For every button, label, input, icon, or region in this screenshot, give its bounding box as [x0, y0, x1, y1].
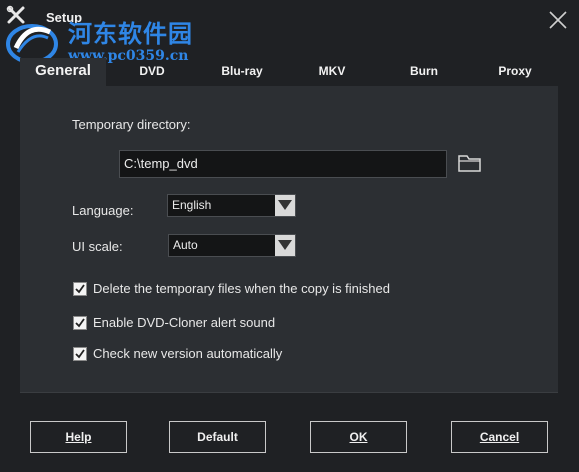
language-label: Language:	[72, 203, 134, 218]
checkbox[interactable]	[73, 347, 87, 361]
checkbox-label: Delete the temporary files when the copy…	[93, 281, 390, 296]
cancel-button-label: Cancel	[479, 430, 520, 444]
checkbox-label: Check new version automatically	[93, 346, 283, 361]
checkbox[interactable]	[73, 282, 87, 296]
triangle-down-icon	[278, 240, 292, 250]
checkbox-label: Enable DVD-Cloner alert sound	[93, 315, 276, 330]
tools-icon	[6, 5, 25, 24]
checkmark-icon	[75, 318, 85, 328]
tab-bar: General DVD Blu-ray MKV Burn Proxy	[20, 58, 559, 86]
folder-icon[interactable]	[457, 152, 483, 174]
dropdown-arrow	[275, 235, 295, 256]
checkbox[interactable]	[73, 316, 87, 330]
ui-scale-label: UI scale:	[72, 239, 123, 254]
checkmark-icon	[75, 349, 85, 359]
language-value: English	[172, 198, 212, 212]
default-button[interactable]: Default	[169, 421, 266, 453]
temp-dir-input[interactable]: C:\temp_dvd	[119, 150, 447, 178]
tab-blu-ray[interactable]: Blu-ray	[206, 58, 278, 86]
ok-button-label: OK	[349, 430, 368, 444]
triangle-down-icon	[278, 200, 292, 210]
title-bar: Setup	[0, 0, 579, 40]
tab-mkv[interactable]: MKV	[300, 58, 364, 86]
help-button[interactable]: Help	[30, 421, 127, 453]
window-title: Setup	[46, 10, 83, 25]
ui-scale-value: Auto	[173, 238, 198, 252]
tab-dvd[interactable]: DVD	[120, 58, 184, 86]
close-icon[interactable]	[546, 8, 570, 32]
default-button-label: Default	[197, 430, 238, 444]
tab-proxy[interactable]: Proxy	[480, 58, 550, 86]
temp-dir-label: Temporary directory:	[72, 117, 191, 132]
tab-general[interactable]: General	[20, 58, 106, 86]
ok-button[interactable]: OK	[310, 421, 407, 453]
language-select[interactable]: English	[167, 194, 296, 217]
help-button-label: Help	[65, 430, 92, 444]
tab-burn[interactable]: Burn	[392, 58, 456, 86]
dropdown-arrow	[275, 195, 295, 216]
cancel-button[interactable]: Cancel	[451, 421, 548, 453]
ui-scale-select[interactable]: Auto	[168, 234, 296, 257]
checkmark-icon	[75, 284, 85, 294]
general-panel: Temporary directory: C:\temp_dvd Languag…	[20, 86, 558, 393]
